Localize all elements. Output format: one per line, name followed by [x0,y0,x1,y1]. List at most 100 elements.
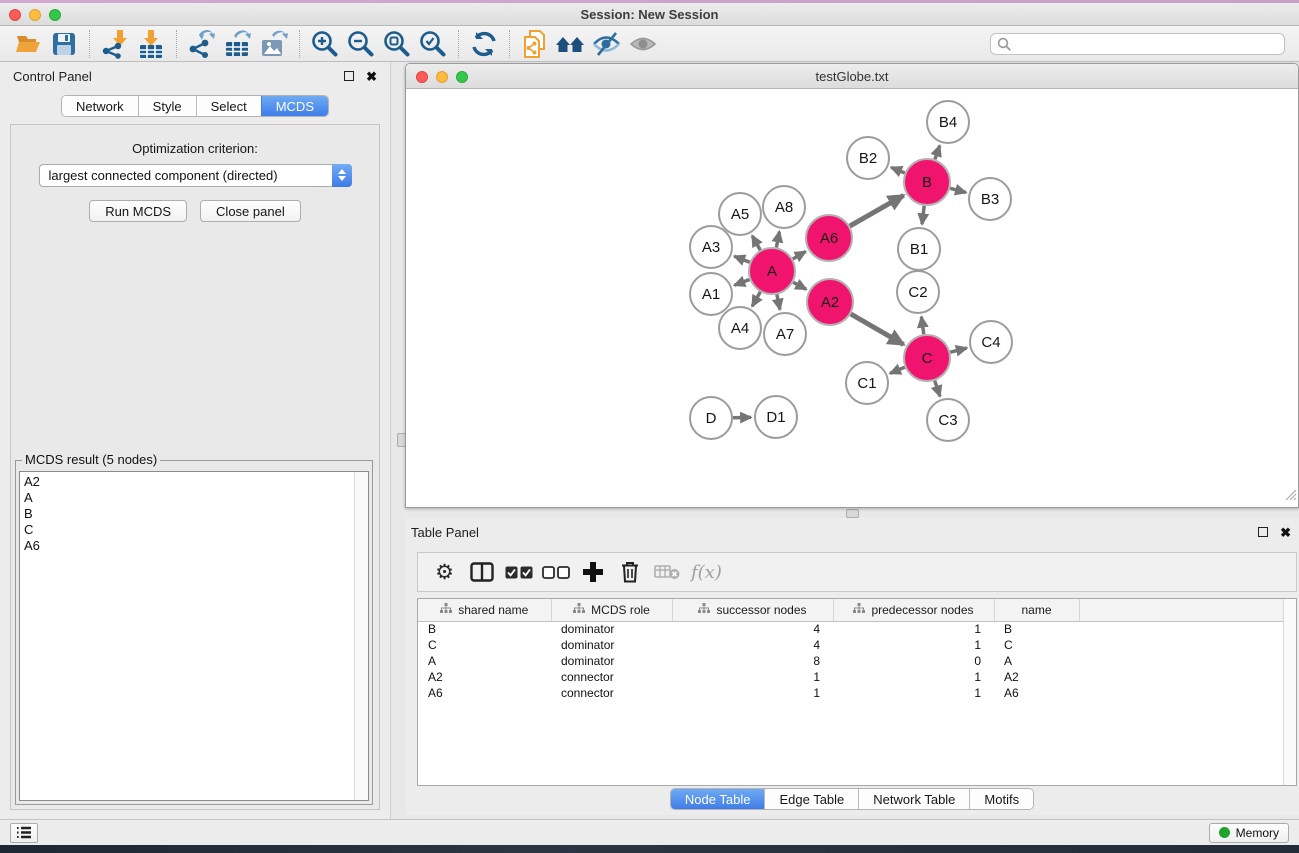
table-cell[interactable]: 1 [672,669,833,685]
delete-table-icon[interactable] [648,556,685,588]
show-all-icon[interactable] [625,29,661,59]
search-input[interactable] [990,33,1285,55]
graph-node-A7[interactable]: A7 [764,313,806,355]
table-scrollbar[interactable] [1283,599,1296,785]
table-cell[interactable]: A [418,653,551,669]
new-network-icon[interactable] [517,29,553,59]
table-cell[interactable]: 8 [672,653,833,669]
graph-edge-A-A4[interactable] [752,292,760,306]
graph-edge-A6-B[interactable] [850,195,904,226]
float-table-panel-icon[interactable] [1258,527,1268,537]
graph-edge-A2-C[interactable] [851,314,904,345]
table-cell[interactable]: A2 [418,669,551,685]
function-builder-icon[interactable]: f(x) [685,556,728,588]
table-cell[interactable]: 1 [672,685,833,701]
unselect-all-columns-icon[interactable] [537,556,574,588]
graph-edge-A-A2[interactable] [793,282,806,289]
first-neighbors-icon[interactable] [553,29,589,59]
table-cell[interactable]: A6 [994,685,1079,701]
zoom-out-icon[interactable] [343,29,379,59]
graph-edge-B-B3[interactable] [950,188,966,192]
graph-edge-A-A8[interactable] [776,232,779,248]
column-header-shared-name[interactable]: shared name [418,599,551,621]
table-row[interactable]: Adominator80A [418,653,1296,669]
table-cell[interactable]: A2 [994,669,1079,685]
float-panel-icon[interactable] [344,71,354,81]
open-session-icon[interactable] [10,29,46,59]
graph-edge-A-A1[interactable] [734,280,749,286]
tab-mcds[interactable]: MCDS [261,96,328,116]
table-cell[interactable]: 1 [833,637,994,653]
export-table-icon[interactable] [220,29,256,59]
graph-node-C2[interactable]: C2 [897,271,939,313]
column-header-MCDS-role[interactable]: MCDS role [551,599,672,621]
criterion-dropdown[interactable]: largest connected component (directed) [39,164,352,187]
resize-grip-icon[interactable] [1284,488,1297,506]
network-canvas[interactable]: B4B2BB3A8A5A6A3B1AA1C2A2A4A7C4CC1C3DD1 [406,89,1298,507]
table-cell[interactable]: A6 [418,685,551,701]
graph-node-B1[interactable]: B1 [898,228,940,270]
result-scrollbar[interactable] [354,472,368,800]
graph-node-B2[interactable]: B2 [847,137,889,179]
graph-node-C3[interactable]: C3 [927,399,969,441]
table-cell[interactable]: 0 [833,653,994,669]
tab-select[interactable]: Select [196,96,261,116]
table-cell[interactable]: 1 [833,685,994,701]
mcds-result-item[interactable]: A [24,490,354,506]
create-column-icon[interactable] [574,556,611,588]
graph-edge-C-C1[interactable] [890,367,905,373]
graph-node-D[interactable]: D [690,397,732,439]
horizontal-split-handle[interactable] [846,509,859,518]
column-header-successor-nodes[interactable]: successor nodes [672,599,833,621]
graph-edge-A-A6[interactable] [793,252,806,260]
graph-edge-C-C2[interactable] [921,317,923,334]
mcds-result-item[interactable]: C [24,522,354,538]
graph-node-D1[interactable]: D1 [755,396,797,438]
close-table-panel-icon[interactable]: ✖ [1280,526,1291,539]
graph-edge-B-B4[interactable] [935,146,940,160]
tab-style[interactable]: Style [138,96,196,116]
graph-node-A3[interactable]: A3 [690,226,732,268]
table-cell[interactable]: 4 [672,637,833,653]
graph-node-A1[interactable]: A1 [690,273,732,315]
table-row[interactable]: A2connector11A2 [418,669,1296,685]
show-columns-icon[interactable] [463,556,500,588]
table-row[interactable]: A6connector11A6 [418,685,1296,701]
table-cell[interactable]: connector [551,685,672,701]
import-table-icon[interactable] [133,29,169,59]
graph-edge-B-B2[interactable] [891,167,905,173]
run-mcds-button[interactable]: Run MCDS [89,200,187,222]
select-all-columns-icon[interactable] [500,556,537,588]
export-image-icon[interactable] [256,29,292,59]
graph-node-A4[interactable]: A4 [719,307,761,349]
graph-node-B4[interactable]: B4 [927,101,969,143]
graph-edge-C-C4[interactable] [950,348,966,352]
table-tab-network-table[interactable]: Network Table [858,789,969,809]
graph-node-C[interactable]: C [904,335,950,381]
graph-edge-A-A7[interactable] [777,295,780,310]
memory-button[interactable]: Memory [1209,823,1289,843]
table-cell[interactable]: dominator [551,653,672,669]
close-panel-button[interactable]: Close panel [200,200,301,222]
table-tab-edge-table[interactable]: Edge Table [764,789,858,809]
graph-edge-C-C3[interactable] [935,381,940,397]
import-network-icon[interactable] [97,29,133,59]
graph-node-B3[interactable]: B3 [969,178,1011,220]
zoom-selected-icon[interactable] [415,29,451,59]
graph-node-A2[interactable]: A2 [807,279,853,325]
table-tab-motifs[interactable]: Motifs [969,789,1033,809]
show-panels-button[interactable] [10,823,38,843]
graph-node-A5[interactable]: A5 [719,193,761,235]
table-cell[interactable]: connector [551,669,672,685]
delete-columns-icon[interactable] [611,556,648,588]
graph-edge-B-B1[interactable] [922,206,924,224]
table-cell[interactable]: A [994,653,1079,669]
graph-edge-A-A3[interactable] [734,256,749,262]
table-options-icon[interactable]: ⚙ [426,556,463,588]
mcds-result-item[interactable]: A2 [24,474,354,490]
graph-node-C4[interactable]: C4 [970,321,1012,363]
zoom-in-icon[interactable] [307,29,343,59]
table-cell[interactable]: 1 [833,621,994,637]
table-cell[interactable]: 1 [833,669,994,685]
save-session-icon[interactable] [46,29,82,59]
